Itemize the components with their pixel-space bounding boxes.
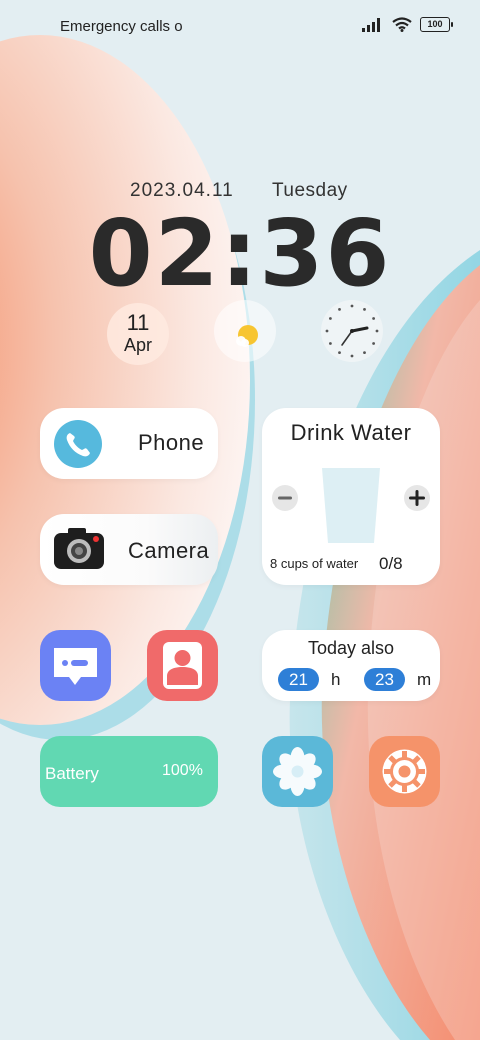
calendar-day: 11	[126, 310, 150, 335]
message-icon	[54, 648, 97, 685]
lockscreen-time: 02:36	[88, 200, 392, 307]
calendar-month: Apr	[123, 335, 152, 355]
hours-unit: h	[331, 670, 341, 689]
weather-widget[interactable]	[214, 300, 276, 362]
increase-water-button[interactable]	[404, 485, 430, 511]
minutes-unit: m	[417, 670, 432, 689]
battery-icon: 100	[420, 17, 453, 32]
signal-icon	[362, 17, 380, 32]
lockscreen-date: 2023.04.11	[130, 180, 234, 201]
gear-icon	[382, 749, 427, 794]
sun-cloud-icon	[236, 325, 258, 347]
contact-icon	[163, 642, 202, 689]
lockscreen-weekday: Tuesday	[272, 180, 348, 201]
water-caption: 8 cups of water	[270, 556, 359, 571]
analog-clock-icon	[325, 304, 379, 358]
plus-icon	[409, 490, 425, 506]
wifi-icon	[392, 17, 412, 32]
camera-app-widget[interactable]: Camera	[40, 514, 218, 585]
minutes-value: 23	[364, 668, 405, 691]
phone-icon	[54, 420, 102, 468]
hours-value: 21	[278, 668, 319, 691]
minus-icon	[278, 496, 292, 500]
decrease-water-button[interactable]	[272, 485, 298, 511]
camera-icon	[54, 528, 104, 569]
flower-icon	[273, 747, 322, 796]
clock-widget[interactable]	[321, 300, 383, 362]
camera-label: Camera	[128, 538, 210, 563]
battery-label: Battery	[45, 764, 99, 783]
settings-app[interactable]	[369, 736, 440, 807]
battery-widget[interactable]: Battery 100%	[40, 736, 218, 807]
phone-app-widget[interactable]: Phone	[40, 408, 218, 479]
messages-app[interactable]	[40, 630, 111, 701]
today-widget[interactable]: Today also 21 h 23 m	[262, 630, 440, 701]
today-title: Today also	[307, 638, 395, 658]
battery-percent: 100%	[162, 762, 203, 779]
calendar-widget[interactable]: 11 Apr	[107, 303, 169, 365]
status-bar: Emergency calls o 100	[0, 0, 480, 56]
carrier-text: Emergency calls o	[60, 18, 183, 35]
contacts-app[interactable]	[147, 630, 218, 701]
drink-water-title: Drink Water	[290, 420, 412, 445]
gallery-app[interactable]	[262, 736, 333, 807]
water-count: 0/8	[379, 554, 403, 573]
water-cup-icon	[322, 468, 380, 543]
drink-water-widget[interactable]: Drink Water 8 cups of water 0/8	[262, 408, 440, 585]
phone-label: Phone	[138, 430, 205, 455]
